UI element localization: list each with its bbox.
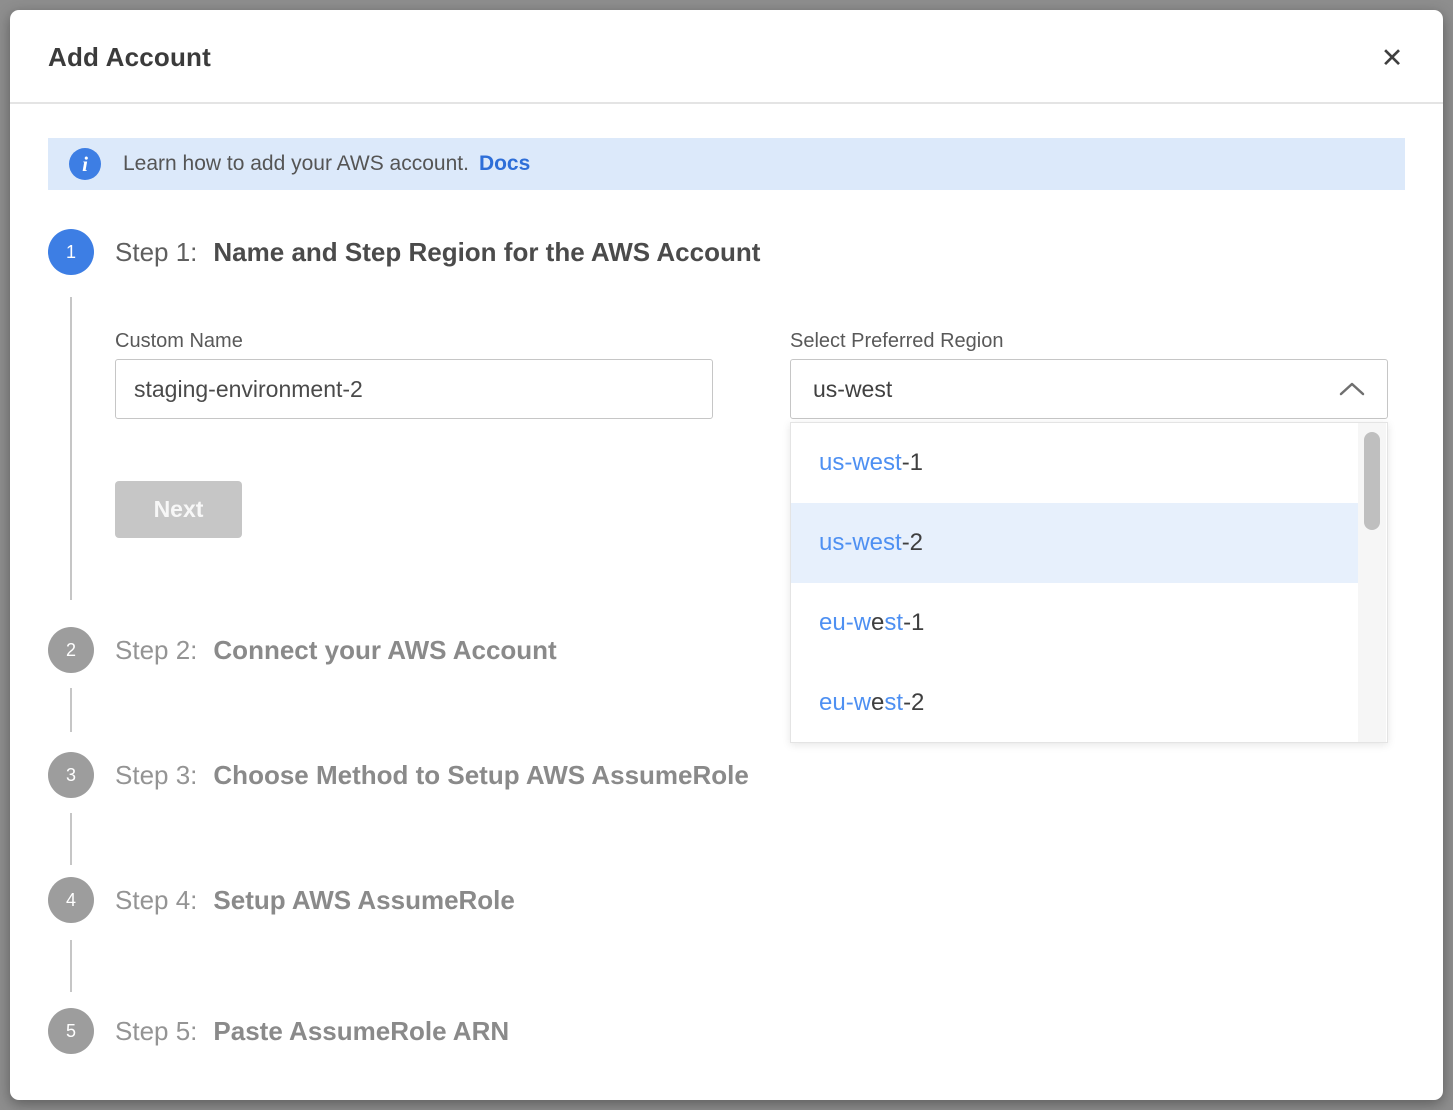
- option-text-match: eu-w: [819, 609, 871, 637]
- step-4-heading: Step 4: Setup AWS AssumeRole: [115, 877, 515, 923]
- step-2-title: Connect your AWS Account: [213, 635, 556, 666]
- option-text-match: us-west: [819, 449, 902, 477]
- option-text: -2: [903, 689, 924, 717]
- chevron-up-icon: [1339, 382, 1365, 396]
- option-text-match: eu-w: [819, 689, 871, 717]
- option-text-match: st: [884, 689, 903, 717]
- dropdown-option-eu-west-1[interactable]: eu-west-1: [791, 583, 1359, 663]
- option-text: e: [871, 609, 884, 637]
- step-connector-line: [70, 688, 72, 732]
- region-dropdown: us-west-1 us-west-2 eu-west-1 eu-west-2: [790, 422, 1388, 743]
- option-text: -1: [902, 449, 923, 477]
- banner-text: Learn how to add your AWS account.: [123, 152, 469, 176]
- dropdown-option-us-west-1[interactable]: us-west-1: [791, 423, 1359, 503]
- dropdown-option-eu-west-2[interactable]: eu-west-2: [791, 663, 1359, 743]
- header-divider: [10, 102, 1443, 104]
- option-text-match: st: [884, 609, 903, 637]
- step-4-label: Step 4:: [115, 885, 197, 916]
- step-3-title: Choose Method to Setup AWS AssumeRole: [213, 760, 748, 791]
- step-2-label: Step 2:: [115, 635, 197, 666]
- dropdown-scrollbar-track[interactable]: [1358, 423, 1386, 742]
- step-connector-line: [70, 297, 72, 600]
- option-text: -2: [902, 529, 923, 557]
- step-1-label: Step 1:: [115, 237, 197, 268]
- step-4-indicator: 4: [48, 877, 94, 923]
- step-2-heading: Step 2: Connect your AWS Account: [115, 627, 557, 673]
- docs-link[interactable]: Docs: [479, 152, 530, 176]
- step-5-indicator: 5: [48, 1008, 94, 1054]
- region-label: Select Preferred Region: [790, 330, 1003, 353]
- step-connector-line: [70, 813, 72, 865]
- option-text-match: us-west: [819, 529, 902, 557]
- step-3-heading: Step 3: Choose Method to Setup AWS Assum…: [115, 752, 749, 798]
- info-icon: i: [69, 148, 101, 180]
- add-account-modal: Add Account ✕ i Learn how to add your AW…: [10, 10, 1443, 1100]
- step-5-heading: Step 5: Paste AssumeRole ARN: [115, 1008, 509, 1054]
- step-5-title: Paste AssumeRole ARN: [213, 1016, 509, 1047]
- custom-name-input[interactable]: [115, 359, 713, 419]
- option-text: -1: [903, 609, 924, 637]
- step-3-indicator: 3: [48, 752, 94, 798]
- step-5-label: Step 5:: [115, 1016, 197, 1047]
- step-1-heading: Step 1: Name and Step Region for the AWS…: [115, 229, 760, 275]
- custom-name-label: Custom Name: [115, 330, 243, 353]
- next-button[interactable]: Next: [115, 481, 242, 538]
- step-1-title: Name and Step Region for the AWS Account: [213, 237, 760, 268]
- info-banner: i Learn how to add your AWS account. Doc…: [48, 138, 1405, 190]
- region-select-value: us-west: [813, 376, 1339, 403]
- step-1-indicator: 1: [48, 229, 94, 275]
- step-2-indicator: 2: [48, 627, 94, 673]
- region-select[interactable]: us-west: [790, 359, 1388, 419]
- dropdown-scrollbar-thumb[interactable]: [1364, 432, 1380, 530]
- step-connector-line: [70, 940, 72, 992]
- step-4-title: Setup AWS AssumeRole: [213, 885, 514, 916]
- page-title: Add Account: [48, 42, 211, 73]
- step-3-label: Step 3:: [115, 760, 197, 791]
- close-icon[interactable]: ✕: [1372, 38, 1412, 78]
- dropdown-option-us-west-2[interactable]: us-west-2: [791, 503, 1359, 583]
- option-text: e: [871, 689, 884, 717]
